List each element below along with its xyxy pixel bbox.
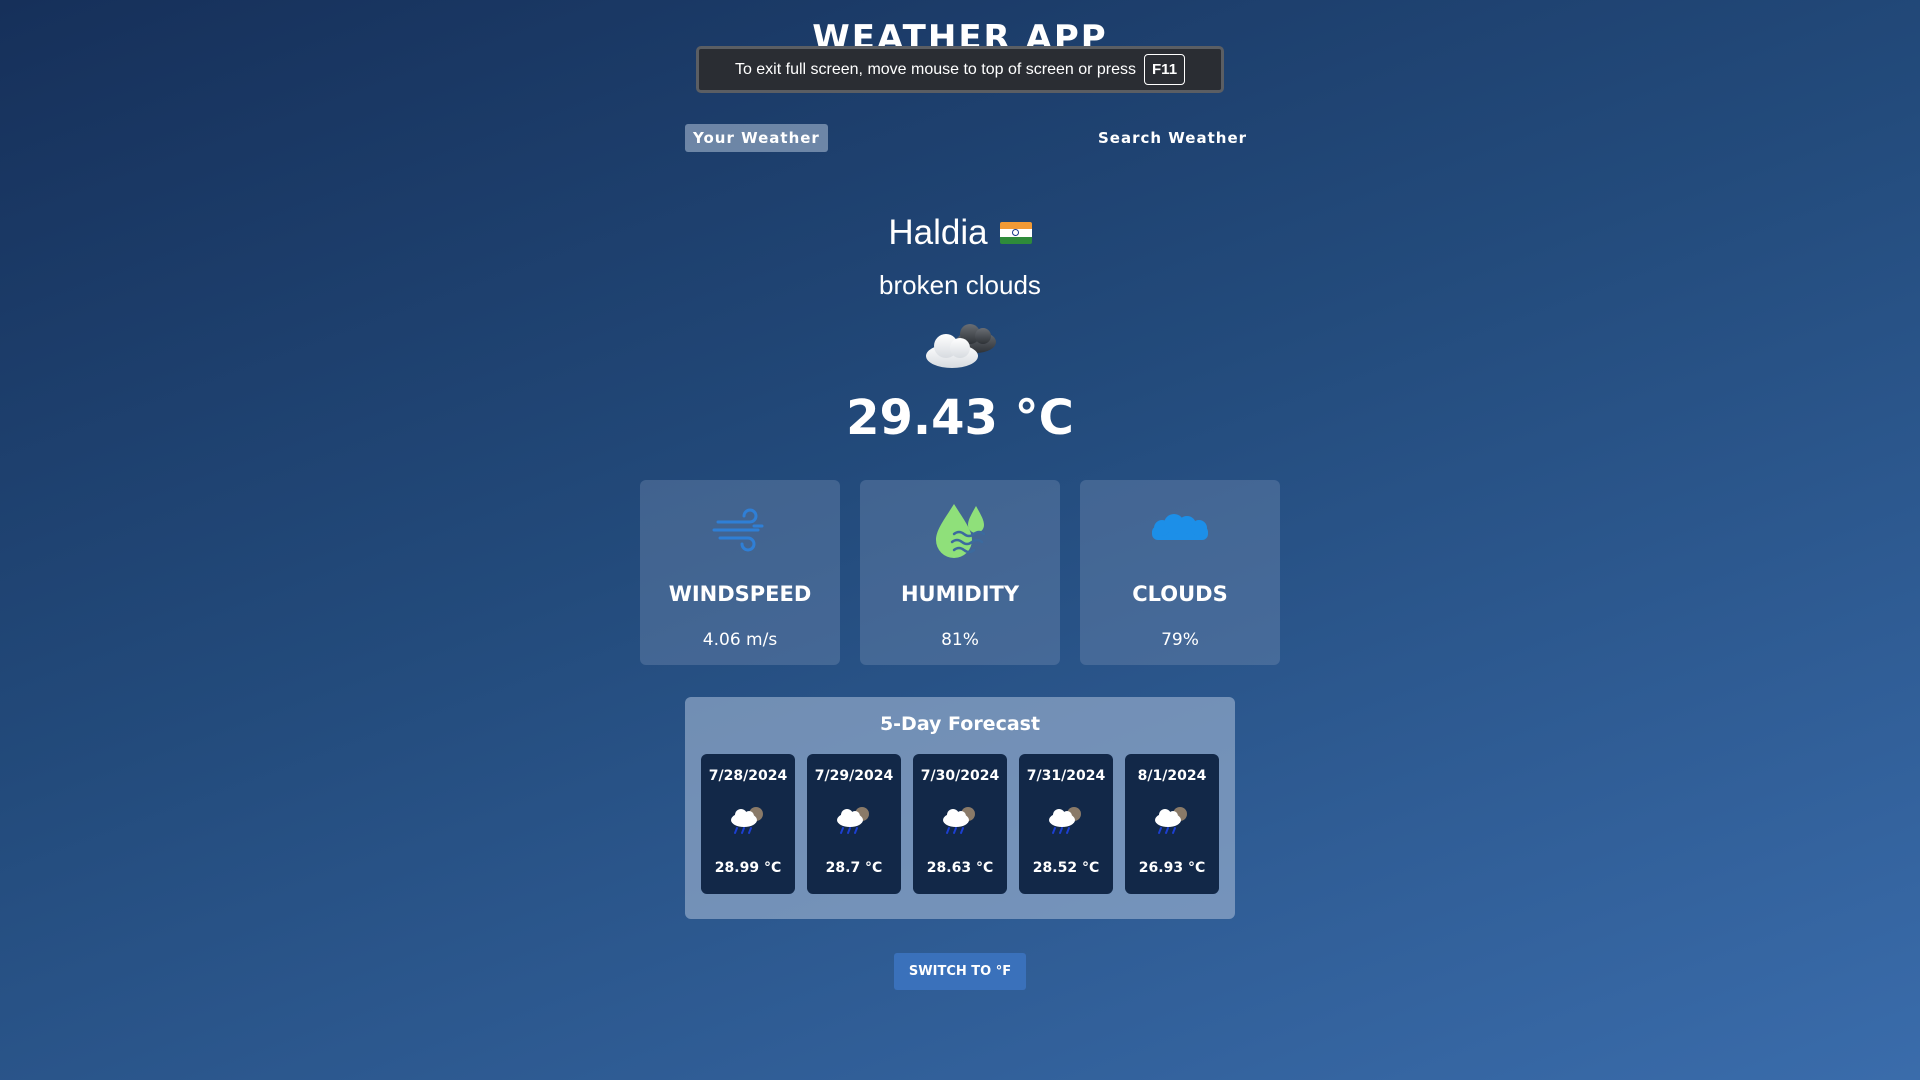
clouds-card: CLOUDS 79% (1080, 480, 1280, 665)
forecast-temp: 28.7 °C (825, 860, 883, 876)
forecast-date: 8/1/2024 (1137, 768, 1207, 784)
rain-cloud-icon (837, 807, 869, 834)
city-name: Haldia (888, 213, 988, 252)
fullscreen-notice: To exit full screen, move mouse to top o… (696, 46, 1224, 93)
windspeed-card: WINDSPEED 4.06 m/s (640, 480, 840, 665)
india-flag-icon (999, 222, 1032, 244)
fullscreen-notice-text: To exit full screen, move mouse to top o… (734, 60, 1137, 78)
forecast-day-card: 7/31/2024 28.52 °C (1019, 754, 1113, 894)
broken-clouds-icon (926, 324, 996, 368)
switch-unit-button[interactable]: SWITCH TO °F (894, 953, 1026, 990)
rain-cloud-icon (943, 807, 975, 834)
rain-cloud-icon (731, 807, 763, 834)
forecast-panel: 5-Day Forecast 7/28/2024 28.99 °C 7/29/2… (685, 697, 1235, 919)
rain-cloud-icon (1049, 807, 1081, 834)
current-temperature: 29.43 °C (846, 390, 1074, 446)
clouds-label: CLOUDS (1132, 582, 1228, 606)
rain-cloud-icon (1155, 807, 1187, 834)
forecast-temp: 26.93 °C (1138, 860, 1206, 876)
weather-description: broken clouds (879, 270, 1041, 300)
cloud-icon (1152, 514, 1208, 540)
forecast-day-card: 7/29/2024 28.7 °C (807, 754, 901, 894)
forecast-date: 7/31/2024 (1026, 768, 1106, 784)
windspeed-value: 4.06 m/s (702, 630, 778, 650)
humidity-drop-icon (936, 504, 986, 558)
tab-search-weather[interactable]: Search Weather (1098, 124, 1247, 152)
forecast-day-card: 7/28/2024 28.99 °C (701, 754, 795, 894)
clouds-value: 79% (1161, 630, 1199, 650)
forecast-temp: 28.52 °C (1032, 860, 1100, 876)
forecast-day-card: 8/1/2024 26.93 °C (1125, 754, 1219, 894)
tab-your-weather[interactable]: Your Weather (685, 124, 828, 152)
forecast-temp: 28.63 °C (926, 860, 994, 876)
humidity-card: HUMIDITY 81% (860, 480, 1060, 665)
humidity-label: HUMIDITY (900, 582, 1020, 606)
forecast-date: 7/30/2024 (920, 768, 1000, 784)
fullscreen-key: F11 (1144, 54, 1186, 85)
humidity-value: 81% (941, 630, 979, 650)
forecast-date: 7/28/2024 (708, 768, 788, 784)
city-row: Haldia (0, 213, 1920, 253)
forecast-date: 7/29/2024 (814, 768, 894, 784)
windspeed-label: WINDSPEED (668, 582, 812, 606)
forecast-title: 5-Day Forecast (879, 713, 1041, 735)
forecast-temp: 28.99 °C (714, 860, 782, 876)
wind-icon (712, 508, 764, 552)
forecast-day-card: 7/30/2024 28.63 °C (913, 754, 1007, 894)
